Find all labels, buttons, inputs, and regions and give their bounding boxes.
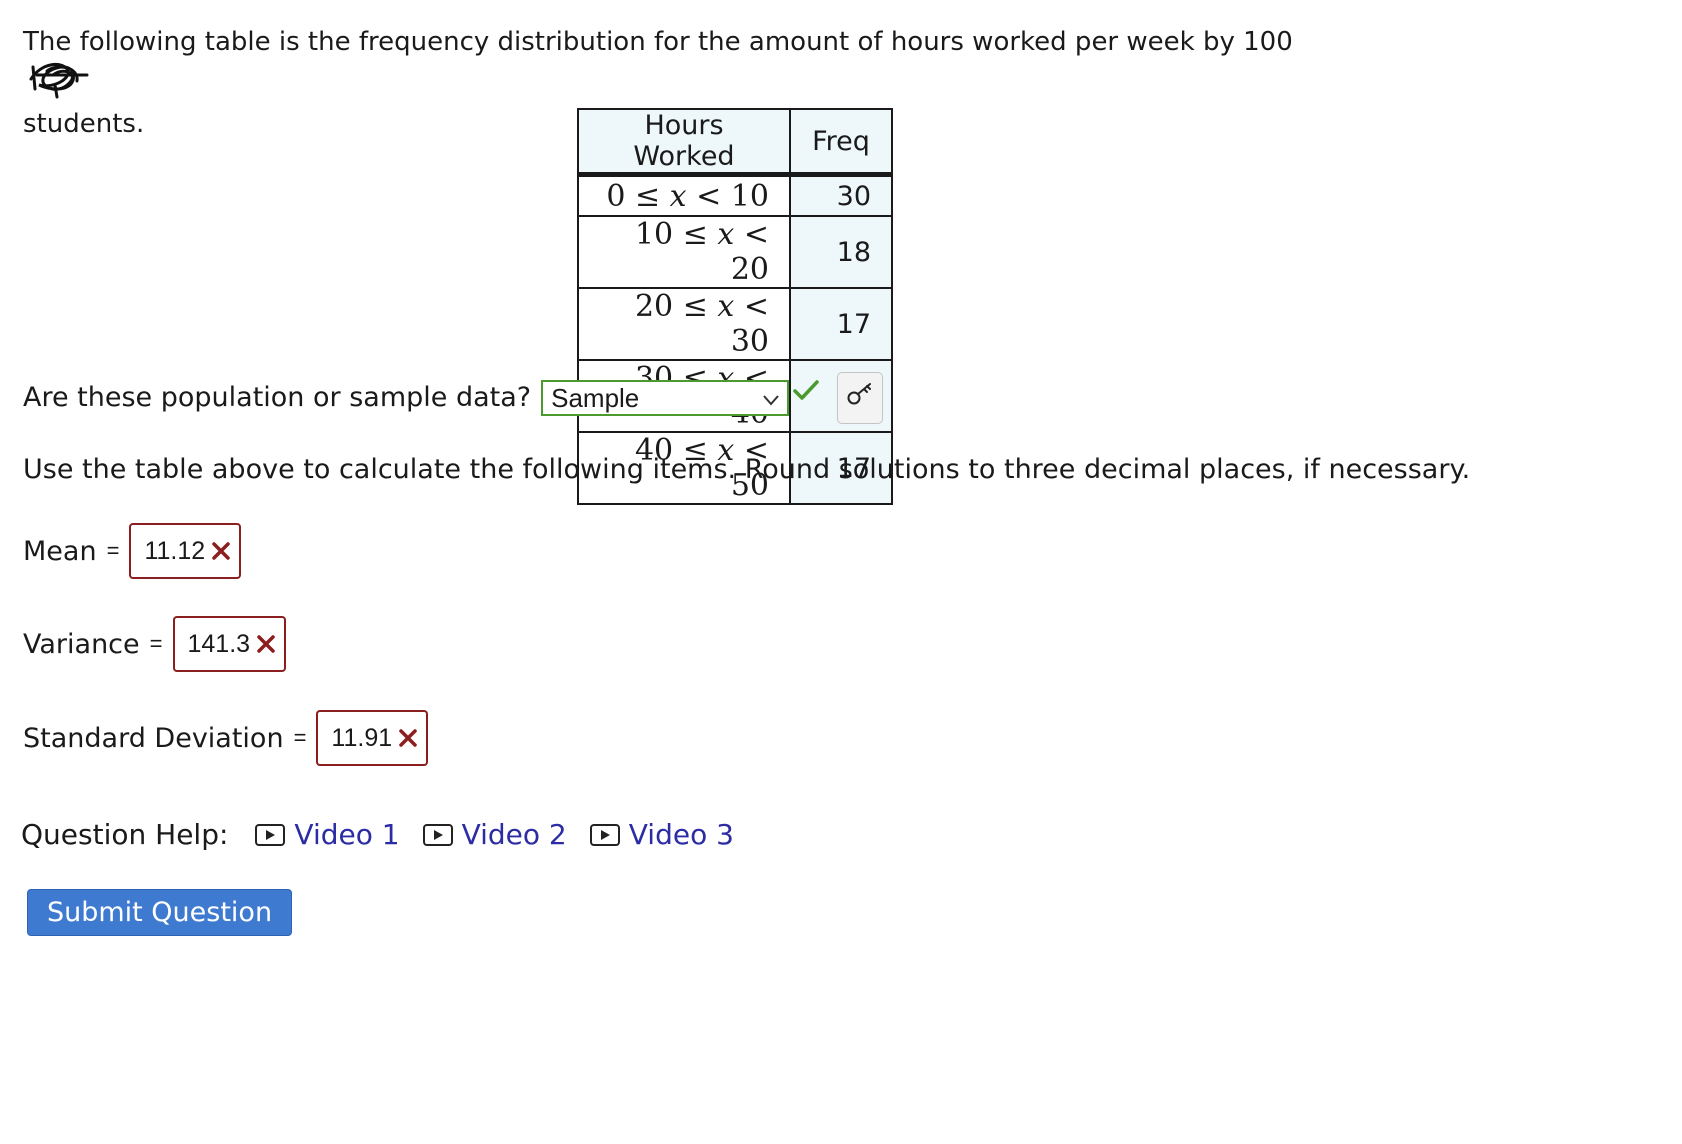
std-dev-row: Standard Deviation = 11.91 [23,710,429,766]
mean-value: 11.12 [144,536,206,565]
play-icon [422,823,453,846]
hours-range-cell: 10 ≤ x < 20 [578,215,790,288]
mean-row: Mean = 11.12 [23,523,242,579]
population-question-label: Are these population or sample data? [23,382,532,413]
freq-cell: 18 [789,215,892,288]
frequency-table: Hours Worked Freq 0 ≤ x < 10 30 10 ≤ x < 2… [577,108,893,505]
x-icon [211,541,231,561]
select-value: Sample [551,383,640,413]
population-sample-select[interactable]: Sample [541,378,790,418]
instructions-text: Use the table above to calculate the fol… [23,454,1471,485]
std-dev-label: Standard Deviation [23,722,284,754]
table-row: 0 ≤ x < 10 30 [578,174,892,216]
x-icon [256,634,276,654]
hours-range-cell: 20 ≤ x < 30 [578,287,790,360]
range-lte-symbol: ≤ [682,217,708,252]
range-low: 20 [634,289,674,324]
range-lte-symbol: ≤ [634,178,661,214]
equals-sign: = [149,631,163,656]
submit-question-button[interactable]: Submit Question [27,889,292,936]
table-row: 10 ≤ x < 20 18 [578,215,892,288]
hours-range-cell: 0 ≤ x < 10 [578,174,790,216]
std-dev-input[interactable]: 11.91 [316,710,429,766]
population-question-row: Are these population or sample data? Sam… [23,372,884,424]
column-header-hours: Hours Worked [578,109,790,177]
range-variable: x [717,217,735,252]
question-intro-text: The following table is the frequency dis… [23,27,1293,57]
key-icon [846,378,874,418]
range-variable: x [717,289,735,324]
chevron-down-icon [761,378,781,418]
variance-value: 141.3 [187,629,251,658]
mean-input[interactable]: 11.12 [129,523,242,579]
range-high: 20 [730,252,769,287]
answer-key-button[interactable] [837,372,884,424]
range-high: 10 [730,178,769,214]
variance-input[interactable]: 141.3 [172,616,287,672]
range-lt-symbol: < [696,178,722,214]
range-lt-symbol: < [743,217,769,252]
question-help-label: Question Help: [21,818,229,851]
check-icon [793,373,819,413]
equals-sign: = [293,725,307,750]
range-variable: x [669,178,687,214]
play-icon [589,823,620,846]
video-2-link[interactable]: Video 2 [422,818,567,851]
video-3-label: Video 3 [628,818,734,851]
play-icon [255,823,286,846]
question-intro-text-end: students. [23,109,145,139]
scribble-redaction-icon [27,59,89,108]
video-3-link[interactable]: Video 3 [589,818,734,851]
table-header-row: Hours Worked Freq [578,109,892,177]
freq-cell: 30 [789,174,892,216]
range-lte-symbol: ≤ [682,289,708,324]
variance-label: Variance [23,628,140,660]
equals-sign: = [106,538,120,563]
variance-row: Variance = 141.3 [23,616,287,672]
column-header-freq: Freq [789,109,892,177]
mean-label: Mean [23,535,97,567]
video-2-label: Video 2 [461,818,567,851]
video-1-link[interactable]: Video 1 [254,818,400,851]
table-row: 20 ≤ x < 30 17 [578,287,892,360]
video-1-label: Video 1 [294,818,400,851]
range-low: 0 [606,178,626,214]
freq-cell: 17 [789,287,892,360]
range-lt-symbol: < [743,289,769,324]
question-help-row: Question Help: Video 1 Video 2 Video 3 [21,818,756,851]
range-high: 30 [730,324,769,359]
std-dev-value: 11.91 [331,723,393,752]
x-icon [398,728,418,748]
range-low: 10 [634,217,674,252]
